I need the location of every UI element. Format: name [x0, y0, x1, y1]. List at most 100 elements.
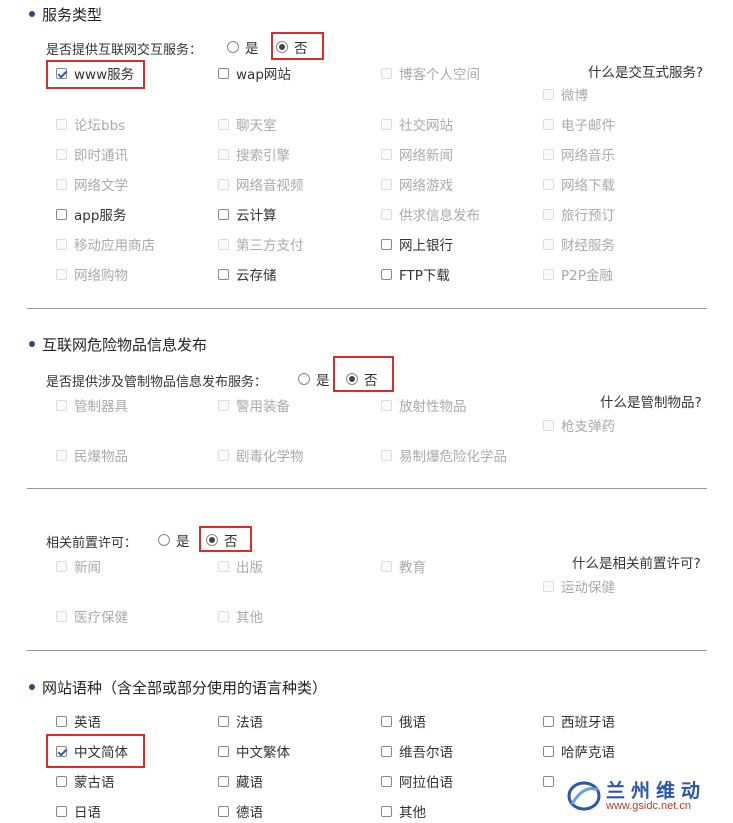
checkbox-label: 社交网站 [399, 118, 453, 134]
checkbox-box[interactable] [218, 208, 229, 220]
checkbox-option: 微博 [543, 85, 588, 104]
interactive-service-yes-radio[interactable]: 是 [227, 38, 259, 57]
checkbox-option: 搜索引擎 [218, 145, 290, 164]
checkbox-option[interactable]: app服务 [56, 205, 126, 224]
checkbox-box [56, 560, 67, 572]
checkbox-box[interactable] [56, 208, 67, 220]
checkbox-label: 财经服务 [561, 238, 615, 254]
checkbox-option[interactable]: 英语 [56, 712, 101, 731]
checkbox-box[interactable] [56, 67, 67, 79]
checkbox-box[interactable] [543, 775, 554, 787]
checkbox-option: 第三方支付 [218, 235, 304, 254]
checkbox-label: FTP下载 [399, 268, 450, 284]
checkbox-option: 教育 [381, 557, 426, 576]
checkbox-option[interactable]: 云计算 [218, 205, 277, 224]
checkbox-box[interactable] [381, 745, 392, 757]
checkbox-option[interactable]: 法语 [218, 712, 263, 731]
checkbox-box[interactable] [218, 268, 229, 280]
section-bullet [29, 11, 35, 17]
checkbox-option[interactable]: 网上银行 [381, 235, 453, 254]
checkbox-option: 医疗保健 [56, 607, 128, 626]
radio-circle [298, 373, 310, 385]
checkbox-label: 第三方支付 [236, 238, 304, 254]
checkbox-box [218, 118, 229, 130]
checkbox-label: 云存储 [236, 268, 277, 284]
checkbox-option[interactable]: 维吾尔语 [381, 742, 453, 761]
checkbox-label: 医疗保健 [74, 610, 128, 626]
checkbox-option[interactable]: 中文繁体 [218, 742, 290, 761]
watermark-url: www.gsidc.net.cn [606, 800, 691, 812]
checkbox-box [543, 148, 554, 160]
checkbox-box [543, 419, 554, 431]
checkbox-option[interactable]: wap网站 [218, 64, 291, 83]
checkbox-box [381, 118, 392, 130]
checkbox-label: 搜索引擎 [236, 148, 290, 164]
checkbox-label: 易制爆危险化学品 [399, 449, 507, 465]
checkbox-box[interactable] [56, 745, 67, 757]
checkbox-label: 俄语 [399, 715, 426, 731]
checkbox-option[interactable]: 西班牙语 [543, 712, 615, 731]
checkbox-box[interactable] [218, 67, 229, 79]
prior-permit-help-link[interactable]: 什么是相关前置许可? [572, 552, 701, 572]
radio-label: 是 [245, 41, 259, 57]
checkbox-label: 网络购物 [74, 268, 128, 284]
checkbox-box[interactable] [381, 268, 392, 280]
checkbox-option: 管制器具 [56, 396, 128, 415]
checkbox-box[interactable] [56, 775, 67, 787]
checkbox-box [218, 148, 229, 160]
radio-label: 是 [176, 534, 190, 550]
checkbox-option[interactable]: 云存储 [218, 265, 277, 284]
checkbox-option[interactable]: 其他 [381, 802, 426, 821]
prior-permit-yes-radio[interactable]: 是 [158, 531, 190, 550]
checkbox-box [543, 268, 554, 280]
checkbox-option[interactable]: 中文简体 [56, 742, 128, 761]
checkbox-option[interactable]: 阿拉伯语 [381, 772, 453, 791]
watermark-name: 兰州维动 [606, 781, 707, 802]
checkbox-box [543, 178, 554, 190]
checkbox-label: 论坛bbs [74, 118, 126, 134]
checkbox-label: www服务 [74, 67, 135, 83]
checkbox-option: 财经服务 [543, 235, 615, 254]
checkbox-option: 网络新闻 [381, 145, 453, 164]
checkbox-box [381, 148, 392, 160]
checkbox-box [56, 238, 67, 250]
checkbox-label: 其他 [399, 805, 426, 821]
checkbox-option[interactable]: FTP下载 [381, 265, 450, 284]
checkbox-option[interactable]: 藏语 [218, 772, 263, 791]
checkbox-option[interactable]: 日语 [56, 802, 101, 821]
checkbox-box [56, 148, 67, 160]
checkbox-option: 网络购物 [56, 265, 128, 284]
checkbox-label: 蒙古语 [74, 775, 115, 791]
checkbox-option[interactable]: 哈萨克语 [543, 742, 615, 761]
checkbox-box[interactable] [381, 238, 392, 250]
checkbox-box[interactable] [56, 805, 67, 817]
highlight-box [199, 526, 252, 552]
checkbox-label: 即时通讯 [74, 148, 128, 164]
checkbox-option[interactable]: 蒙古语 [56, 772, 115, 791]
checkbox-box[interactable] [543, 715, 554, 727]
checkbox-box[interactable] [218, 715, 229, 727]
checkbox-option[interactable]: www服务 [56, 64, 135, 83]
checkbox-box[interactable] [543, 745, 554, 757]
checkbox-label: 供求信息发布 [399, 208, 480, 224]
checkbox-option[interactable]: 俄语 [381, 712, 426, 731]
checkbox-box[interactable] [381, 715, 392, 727]
checkbox-box[interactable] [218, 805, 229, 817]
checkbox-label: 德语 [236, 805, 263, 821]
controlled-items-yes-radio[interactable]: 是 [298, 370, 330, 389]
controlled-items-help-link[interactable]: 什么是管制物品? [600, 391, 702, 411]
checkbox-box[interactable] [218, 775, 229, 787]
interactive-service-question: 是否提供互联网交互服务： [46, 43, 203, 58]
interactive-service-help-link[interactable]: 什么是交互式服务? [588, 61, 703, 81]
checkbox-box[interactable] [381, 805, 392, 817]
checkbox-label: 剧毒化学物 [236, 449, 304, 465]
checkbox-box[interactable] [218, 745, 229, 757]
highlight-box [333, 356, 394, 392]
checkbox-option: 其他 [218, 607, 263, 626]
highlight-box [271, 32, 324, 60]
checkbox-option[interactable]: 德语 [218, 802, 263, 821]
checkbox-box [56, 268, 67, 280]
checkbox-box[interactable] [56, 715, 67, 727]
checkbox-box[interactable] [381, 775, 392, 787]
checkbox-option[interactable] [543, 772, 561, 790]
